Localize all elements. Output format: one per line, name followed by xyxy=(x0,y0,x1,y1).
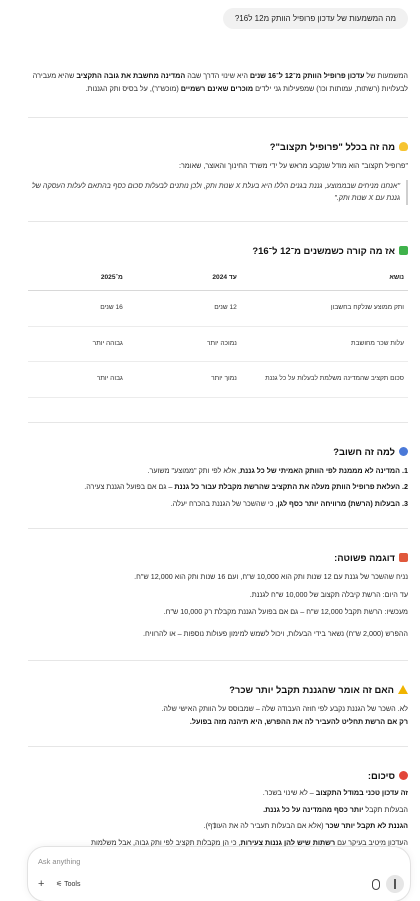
table-row: עלות שכר מחושבת נמוכה יותר גבוהה יותר xyxy=(28,326,408,362)
list-item: 2. העלאת פרופיל הוותק מעלה את התקציב שהר… xyxy=(28,481,408,494)
target-icon xyxy=(399,771,408,780)
intro-text: המשמעות של xyxy=(364,71,408,80)
table-cell: נמוכה יותר xyxy=(126,326,241,362)
assistant-response: המשמעות של עדכון פרופיל הוותק מ־12 ל־16 … xyxy=(28,70,408,849)
intro-bold: המדינה מחשבת את גובה התקציב xyxy=(76,71,186,80)
table-header-row: נושא עד 2024 מ־2025 xyxy=(28,265,408,291)
table-header-cell: נושא xyxy=(240,265,408,291)
section-bold: רק אם הרשת תחליט להעביר לה את ההפרש, היא… xyxy=(189,716,408,726)
section-title: דוגמה פשוטה: xyxy=(334,552,395,563)
section-paragraph: נניח שהשכר של גננת עם 12 שנות ותק הוא 10… xyxy=(134,572,408,581)
list-bold: העלאת פרופיל הוותק מעלה את התקציב שהרשת … xyxy=(174,482,400,491)
list-text: , כי שהשכר של הגננת בהכרח יעלה. xyxy=(170,498,278,508)
scroll-down-icon[interactable]: ↓ xyxy=(212,820,217,831)
user-message-text: מה המשמעות של עדכון פרופיל הוותק מ12 ל16… xyxy=(234,14,396,23)
list-number: 3. xyxy=(402,498,408,508)
section-title: מה זה בכלל "פרופיל תקצוב"? xyxy=(269,141,395,152)
section-paragraph: זה עדכון טכני במודל התקצוב – לא שינוי בש… xyxy=(28,787,408,800)
table-cell: נמוך יותר xyxy=(126,361,241,398)
list-text: , אלא לפי ותק "ממוצע" משוער. xyxy=(147,465,241,475)
abacus-icon xyxy=(399,553,408,562)
intro-text: (מוכש"ר), על בסיס ותק הגננות. xyxy=(85,83,181,93)
plus-icon[interactable]: + xyxy=(38,879,44,890)
section-bold: זה עדכון טכני במודל התקצוב xyxy=(315,788,408,797)
table-cell: גבוהה יותר xyxy=(28,326,127,362)
table-cell: ותק ממוצע שנלקח בחשבון xyxy=(240,290,408,327)
tools-label: Tools xyxy=(64,881,81,888)
section-text: הבעלות תקבל xyxy=(363,804,408,814)
section-bold: הגננת לא תקבל יותר שכר xyxy=(325,821,408,830)
section-paragraph: הגננת לא תקבל יותר שכר (אלא אם הבעלות תע… xyxy=(28,820,408,833)
section-title: אז מה קורה כשמשנים מ־12 ל־16? xyxy=(252,244,395,256)
list-number: 2. xyxy=(402,482,408,491)
intro-bold: מוכרים שאינם רשמיים xyxy=(180,83,254,93)
list-text: – גם אם בפועל הגננת צעירה. xyxy=(84,482,175,491)
section-paragraph: מעכשיו: הרשת תקבל 12,000 ש"ח – גם אם בפו… xyxy=(163,607,408,616)
table-header-cell: מ־2025 xyxy=(28,265,127,291)
numbered-list: 1. המדינה לא מממנת לפי הוותק האמיתי של כ… xyxy=(28,465,408,511)
section-heading: אז מה קורה כשמשנים מ־12 ל־16? xyxy=(28,244,408,258)
user-message-bubble: מה המשמעות של עדכון פרופיל הוותק מ12 ל16… xyxy=(222,8,408,29)
intro-bold: עדכון פרופיל הוותק מ־12 ל־16 שנים xyxy=(249,71,365,80)
list-bold: המדינה לא מממנת לפי הוותק האמיתי של כל ג… xyxy=(240,465,400,475)
table-header-cell: עד 2024 xyxy=(126,265,241,291)
message-input[interactable]: Ask anything xyxy=(38,857,80,866)
tools-button[interactable]: ⚟ Tools xyxy=(56,880,80,888)
list-number: 1. xyxy=(402,465,408,475)
voice-mode-button[interactable] xyxy=(386,875,404,893)
section-title: למה זה חשוב? xyxy=(333,445,395,457)
blockquote: "אנחנו מניחים שבממוצע, גננת בגנים הללו ה… xyxy=(28,179,408,205)
section-heading: סיכום: xyxy=(28,769,408,783)
sliders-icon: ⚟ xyxy=(56,881,63,888)
microphone-icon[interactable] xyxy=(372,879,380,890)
list-bold: הבעלות (הרשת) מרוויחה יותר כסף לגן xyxy=(277,498,400,508)
table-row: סכום תקציב שהמדינה משלמת לבעלות על כל גנ… xyxy=(28,361,408,398)
composer: Ask anything + ⚟ Tools xyxy=(27,846,411,901)
section-text: (אלא אם הבעלות תעביר לה את העודף). xyxy=(203,821,326,830)
table-cell: 16 שנים xyxy=(28,290,127,327)
list-item: 3. הבעלות (הרשת) מרוויחה יותר כסף לגן, כ… xyxy=(28,498,408,511)
table-cell: 12 שנים xyxy=(126,290,241,327)
section-heading: דוגמה פשוטה: xyxy=(28,551,408,565)
intro-paragraph: המשמעות של עדכון פרופיל הוותק מ־12 ל־16 … xyxy=(28,70,408,95)
chat-scroll-area[interactable]: מה המשמעות של עדכון פרופיל הוותק מ12 ל16… xyxy=(0,0,420,901)
section-heading: האם זה אומר שהגננת תקבל יותר שכר? xyxy=(28,683,408,697)
section-heading: מה זה בכלל "פרופיל תקצוב"? xyxy=(28,140,408,154)
section-title: סיכום: xyxy=(367,770,395,781)
section-paragraph: "פרופיל תקצוב" הוא מודל שנקבע מראש על יד… xyxy=(178,161,408,170)
table-cell: עלות שכר מחושבת xyxy=(240,326,408,362)
section-paragraph: עד היום: הרשת קיבלה תקצוב של 10,000 ש"ח … xyxy=(249,589,408,599)
section-title: האם זה אומר שהגננת תקבל יותר שכר? xyxy=(229,684,394,695)
magnifier-icon xyxy=(399,446,408,456)
section-paragraph: לא. השכר של הגננת נקבע לפי חוזה העבודה ש… xyxy=(161,704,408,713)
intro-text: היא שינוי הדרך שבה xyxy=(185,71,250,80)
table-cell: סכום תקציב שהמדינה משלמת לבעלות על כל גנ… xyxy=(240,361,408,398)
check-mark-icon xyxy=(399,245,408,255)
section-paragraph: רק אם הרשת תחליט להעביר לה את ההפרש, היא… xyxy=(28,716,408,729)
list-item: 1. המדינה לא מממנת לפי הוותק האמיתי של כ… xyxy=(28,465,408,478)
lightbulb-icon xyxy=(399,142,408,151)
table-cell: גבוה יותר xyxy=(28,361,127,398)
section-bold: יותר כסף מהמדינה על כל גננת. xyxy=(263,804,364,814)
section-text: – לא שינוי בשכר. xyxy=(262,788,316,797)
table-row: ותק ממוצע שנלקח בחשבון 12 שנים 16 שנים xyxy=(28,290,408,327)
section-heading: למה זה חשוב? xyxy=(28,445,408,459)
comparison-table: נושא עד 2024 מ־2025 ותק ממוצע שנלקח בחשב… xyxy=(28,265,408,398)
warning-icon xyxy=(398,685,408,694)
section-paragraph: הבעלות תקבל יותר כסף מהמדינה על כל גננת. xyxy=(28,804,408,817)
section-paragraph: ההפרש (2,000 ש"ח) נשאר בידי הבעלות, ויכו… xyxy=(142,628,408,638)
